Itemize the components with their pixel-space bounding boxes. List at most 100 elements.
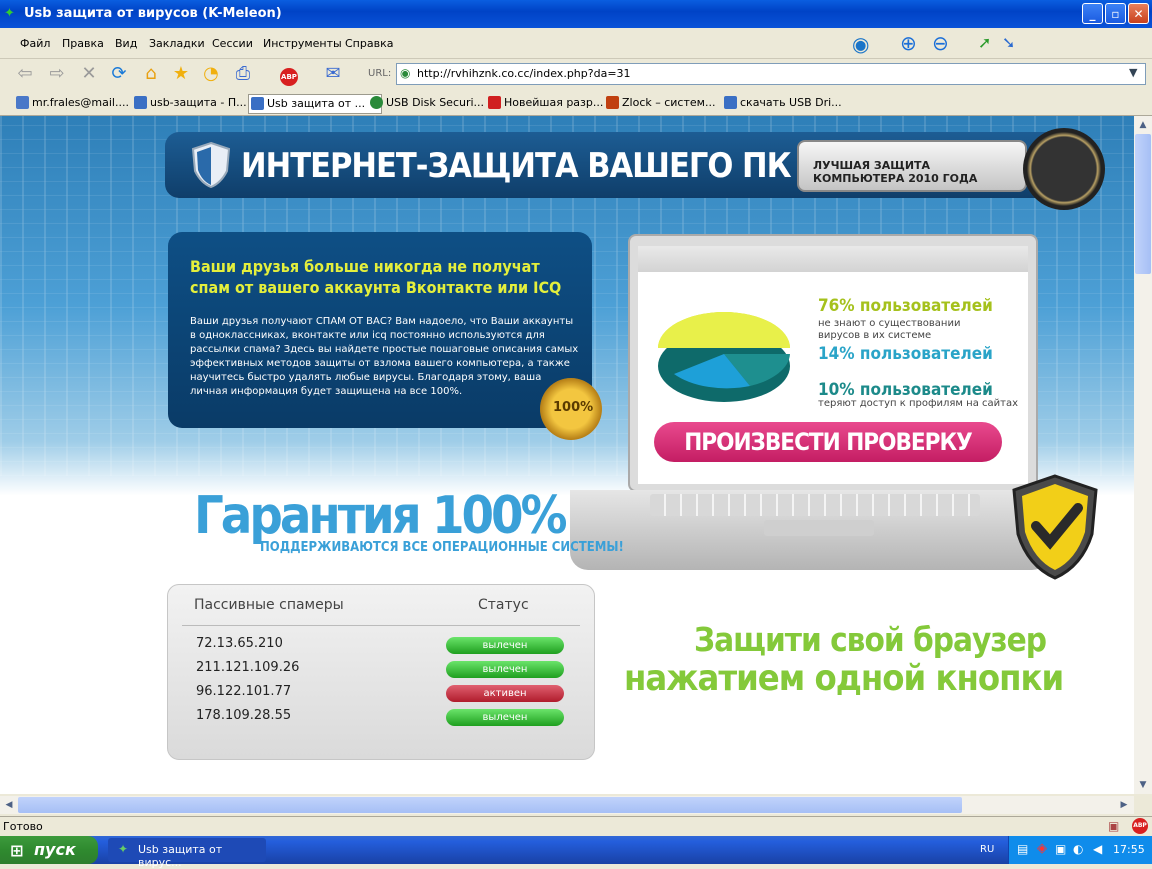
- pointer-green-icon[interactable]: ➚: [978, 33, 991, 52]
- maximize-button[interactable]: ▫: [1105, 3, 1126, 24]
- antivirus-icon[interactable]: ◈: [1037, 841, 1047, 856]
- laptop-screen: 76% пользователей не знают о существован…: [628, 234, 1038, 492]
- table-row: 178.109.28.55 вылечен: [168, 705, 594, 729]
- menu-sessions[interactable]: Сессии: [212, 37, 253, 50]
- scroll-down-icon[interactable]: ▼: [1135, 777, 1151, 793]
- bookmark-newest[interactable]: Новейшая разр...: [486, 94, 616, 112]
- adblock-icon[interactable]: ABP: [276, 62, 302, 86]
- table-row: 211.121.109.26 вылечен: [168, 657, 594, 681]
- zoom-out-icon[interactable]: ⊖: [932, 31, 949, 55]
- spammer-ip: 72.13.65.210: [196, 636, 283, 651]
- s-logo-icon: [488, 96, 501, 109]
- bookmark-label: mr.frales@mail....: [32, 96, 129, 109]
- minimize-button[interactable]: _: [1082, 3, 1103, 24]
- scan-button[interactable]: ПРОИЗВЕСТИ ПРОВЕРКУ: [654, 422, 1002, 462]
- vertical-scrollbar[interactable]: ▲ ▼: [1134, 116, 1152, 794]
- app-icon: ✦: [118, 842, 129, 856]
- window-title: Usb защита от вирусов (K-Meleon): [24, 6, 282, 21]
- pie-chart-icon: [658, 312, 790, 402]
- bookmark-usb-virus[interactable]: Usb защита от ...: [248, 94, 382, 114]
- history-clock-icon[interactable]: ◔: [198, 62, 224, 86]
- bookmark-star-icon[interactable]: ★: [168, 62, 194, 86]
- bookmark-label: Usb защита от ...: [267, 97, 366, 110]
- start-button[interactable]: ⊞ пуск: [0, 836, 98, 864]
- medal-icon: [1023, 128, 1105, 210]
- spam-heading: Ваши друзья больше никогда не получат сп…: [190, 257, 562, 297]
- mail-icon[interactable]: ✉: [320, 62, 346, 86]
- url-dropdown-icon[interactable]: ▼: [1129, 66, 1137, 79]
- menu-edit[interactable]: Правка: [62, 37, 104, 50]
- bookmark-label: usb-защита - П...: [150, 96, 247, 109]
- triangle-icon: [606, 96, 619, 109]
- menu-view[interactable]: Вид: [115, 37, 137, 50]
- scroll-up-icon[interactable]: ▲: [1135, 117, 1151, 133]
- page-icon: [724, 96, 737, 109]
- protect-browser-line1: Защити свой браузер: [694, 620, 1047, 659]
- bookmark-usb-protection[interactable]: usb-защита - П...: [132, 94, 256, 112]
- bookmark-zlock[interactable]: Zlock – систем...: [604, 94, 732, 112]
- stat-76: 76% пользователей: [818, 296, 993, 316]
- table-divider: [182, 625, 580, 626]
- spam-info-panel: Ваши друзья больше никогда не получат сп…: [168, 232, 592, 428]
- taskbar-item-label: Usb защита от вирус...: [138, 843, 223, 869]
- forward-icon[interactable]: ⇨: [44, 62, 70, 86]
- site-icon: ◉: [400, 66, 411, 80]
- keyboard: [650, 494, 980, 516]
- stat-14: 14% пользователей: [818, 344, 993, 364]
- adblock-status-icon[interactable]: ABP: [1132, 818, 1148, 834]
- page-heading: ИНТЕРНЕТ-ЗАЩИТА ВАШЕГО ПК: [241, 146, 792, 186]
- network-icon[interactable]: ▤: [1017, 842, 1028, 856]
- taskbar-item-browser[interactable]: ✦ Usb защита от вирус...: [108, 838, 266, 869]
- menu-tools[interactable]: Инструменты: [263, 37, 342, 50]
- scroll-left-icon[interactable]: ◀: [1, 797, 17, 813]
- back-icon[interactable]: ⇦: [12, 62, 38, 86]
- bookmark-label: Zlock – систем...: [622, 96, 716, 109]
- menu-bookmarks[interactable]: Закладки: [149, 37, 205, 50]
- status-bar: Готово ▣ ABP: [0, 816, 1152, 837]
- monitor-icon[interactable]: ▣: [1055, 842, 1066, 856]
- horizontal-scrollbar[interactable]: ◀ ▶: [0, 796, 1134, 814]
- globe-icon[interactable]: ◉: [852, 32, 869, 56]
- stat-76-desc: не знают о существовании вирусов в их си…: [818, 318, 961, 341]
- bookmark-mail[interactable]: mr.frales@mail....: [14, 94, 144, 112]
- language-indicator[interactable]: RU: [980, 844, 994, 855]
- scroll-right-icon[interactable]: ▶: [1116, 797, 1132, 813]
- menu-file[interactable]: Файл: [20, 37, 50, 50]
- home-icon[interactable]: ⌂: [138, 62, 164, 86]
- award-text: ЛУЧШАЯ ЗАЩИТА КОМПЬЮТЕРА 2010 ГОДА: [813, 159, 978, 185]
- url-field[interactable]: ◉ http://rvhihznk.co.cc/index.php?da=31 …: [396, 63, 1146, 85]
- reload-icon[interactable]: ⟳: [106, 62, 132, 86]
- pointer-blue-icon[interactable]: ➘: [1002, 33, 1015, 52]
- horizontal-scroll-thumb[interactable]: [18, 797, 962, 813]
- title-bar: ✦ Usb защита от вирусов (K-Meleon) _ ▫ ✕: [0, 0, 1152, 28]
- table-header-status: Статус: [478, 597, 529, 613]
- security-icon: ▣: [1108, 819, 1120, 833]
- stat-10: 10% пользователей: [818, 380, 993, 400]
- table-row: 72.13.65.210 вылечен: [168, 633, 594, 657]
- laptop-base: [570, 490, 1050, 570]
- bookmark-label: Новейшая разр...: [504, 96, 604, 109]
- nav-toolbar: ⇦ ⇨ ✕ ⟳ ⌂ ★ ◔ ⎙ ABP ✉ URL: ◉ http://rvhi…: [0, 59, 1152, 90]
- close-button[interactable]: ✕: [1128, 3, 1149, 24]
- bookmark-label: USB Disk Securi...: [386, 96, 485, 109]
- protect-browser-line2: нажатием одной кнопки: [624, 658, 1064, 699]
- bookmark-usb-disk[interactable]: USB Disk Securi...: [368, 94, 498, 112]
- award-badge: ЛУЧШАЯ ЗАЩИТА КОМПЬЮТЕРА 2010 ГОДА: [797, 140, 1027, 192]
- guarantee-heading: Гарантия 100%: [194, 486, 567, 546]
- stat-10-desc: теряют доступ к профилям на сайтах: [818, 398, 1018, 409]
- zoom-in-icon[interactable]: ⊕: [900, 31, 917, 55]
- spammer-ip: 96.122.101.77: [196, 684, 292, 699]
- shield-icon: [191, 141, 231, 189]
- header-banner: ИНТЕРНЕТ-ЗАЩИТА ВАШЕГО ПК ЛУЧШАЯ ЗАЩИТА …: [165, 128, 1105, 210]
- speaker-icon[interactable]: ◀: [1093, 842, 1102, 856]
- headset-icon[interactable]: ◐: [1073, 842, 1083, 856]
- bookmark-download-usb[interactable]: скачать USB Dri...: [722, 94, 854, 112]
- table-header-spammers: Пассивные спамеры: [194, 597, 344, 613]
- bookmarks-bar: mr.frales@mail.... usb-защита - П... Usb…: [0, 91, 1152, 116]
- globe-icon: [370, 96, 383, 109]
- clock: 17:55: [1113, 843, 1145, 856]
- stop-icon[interactable]: ✕: [76, 62, 102, 86]
- menu-help[interactable]: Справка: [345, 37, 393, 50]
- vertical-scroll-thumb[interactable]: [1135, 134, 1151, 274]
- print-icon[interactable]: ⎙: [230, 62, 256, 86]
